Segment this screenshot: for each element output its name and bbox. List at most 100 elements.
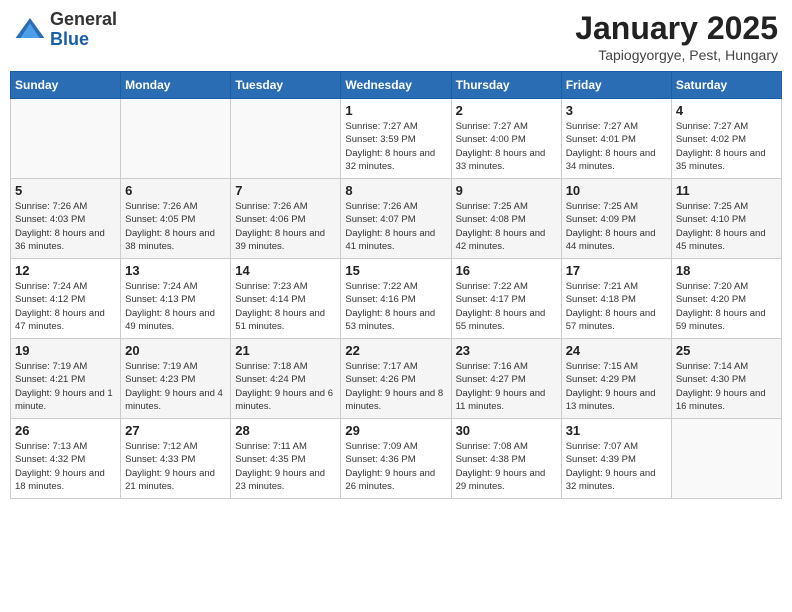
day-cell: 20 Sunrise: 7:19 AM Sunset: 4:23 PM Dayli… xyxy=(121,339,231,419)
day-cell: 30Sunrise: 7:08 AM Sunset: 4:38 PM Dayli… xyxy=(451,419,561,499)
day-info: Sunrise: 7:14 AM Sunset: 4:30 PM Dayligh… xyxy=(676,360,777,413)
header-cell-tuesday: Tuesday xyxy=(231,72,341,99)
week-row-3: 12 Sunrise: 7:24 AM Sunset: 4:12 PM Dayli… xyxy=(11,259,782,339)
day-info: Sunrise: 7:25 AM Sunset: 4:08 PM Dayligh… xyxy=(456,200,557,253)
day-info: Sunrise: 7:27 AM Sunset: 4:00 PM Dayligh… xyxy=(456,120,557,173)
day-cell: 7Sunrise: 7:26 AM Sunset: 4:06 PM Daylig… xyxy=(231,179,341,259)
calendar-header: SundayMondayTuesdayWednesdayThursdayFrid… xyxy=(11,72,782,99)
day-cell: 2 Sunrise: 7:27 AM Sunset: 4:00 PM Daylig… xyxy=(451,99,561,179)
day-info: Sunrise: 7:18 AM Sunset: 4:24 PM Dayligh… xyxy=(235,360,336,413)
day-number: 22 xyxy=(345,343,446,358)
day-info: Sunrise: 7:24 AM Sunset: 4:13 PM Dayligh… xyxy=(125,280,226,333)
logo-blue: Blue xyxy=(50,30,117,50)
day-cell: 31Sunrise: 7:07 AM Sunset: 4:39 PM Dayli… xyxy=(561,419,671,499)
day-info: Sunrise: 7:20 AM Sunset: 4:20 PM Dayligh… xyxy=(676,280,777,333)
day-number: 10 xyxy=(566,183,667,198)
day-info: Sunrise: 7:16 AM Sunset: 4:27 PM Dayligh… xyxy=(456,360,557,413)
day-number: 28 xyxy=(235,423,336,438)
day-cell: 23 Sunrise: 7:16 AM Sunset: 4:27 PM Dayli… xyxy=(451,339,561,419)
day-number: 17 xyxy=(566,263,667,278)
logo-text: General Blue xyxy=(50,10,117,50)
day-cell: 15Sunrise: 7:22 AM Sunset: 4:16 PM Dayli… xyxy=(341,259,451,339)
day-number: 27 xyxy=(125,423,226,438)
day-number: 29 xyxy=(345,423,446,438)
day-number: 7 xyxy=(235,183,336,198)
day-number: 9 xyxy=(456,183,557,198)
day-cell: 11Sunrise: 7:25 AM Sunset: 4:10 PM Dayli… xyxy=(671,179,781,259)
day-number: 24 xyxy=(566,343,667,358)
day-number: 23 xyxy=(456,343,557,358)
logo-icon xyxy=(14,14,46,46)
week-row-2: 5Sunrise: 7:26 AM Sunset: 4:03 PM Daylig… xyxy=(11,179,782,259)
day-info: Sunrise: 7:22 AM Sunset: 4:17 PM Dayligh… xyxy=(456,280,557,333)
day-cell: 18 Sunrise: 7:20 AM Sunset: 4:20 PM Dayli… xyxy=(671,259,781,339)
day-info: Sunrise: 7:11 AM Sunset: 4:35 PM Dayligh… xyxy=(235,440,336,493)
day-number: 20 xyxy=(125,343,226,358)
day-info: Sunrise: 7:26 AM Sunset: 4:07 PM Dayligh… xyxy=(345,200,446,253)
day-info: Sunrise: 7:23 AM Sunset: 4:14 PM Dayligh… xyxy=(235,280,336,333)
day-number: 4 xyxy=(676,103,777,118)
day-cell: 29Sunrise: 7:09 AM Sunset: 4:36 PM Dayli… xyxy=(341,419,451,499)
day-info: Sunrise: 7:27 AM Sunset: 4:01 PM Dayligh… xyxy=(566,120,667,173)
day-info: Sunrise: 7:27 AM Sunset: 4:02 PM Dayligh… xyxy=(676,120,777,173)
day-info: Sunrise: 7:13 AM Sunset: 4:32 PM Dayligh… xyxy=(15,440,116,493)
day-number: 2 xyxy=(456,103,557,118)
day-cell: 1 Sunrise: 7:27 AM Sunset: 3:59 PM Daylig… xyxy=(341,99,451,179)
day-cell: 19 Sunrise: 7:19 AM Sunset: 4:21 PM Dayli… xyxy=(11,339,121,419)
day-cell xyxy=(121,99,231,179)
day-cell: 9 Sunrise: 7:25 AM Sunset: 4:08 PM Daylig… xyxy=(451,179,561,259)
header-cell-wednesday: Wednesday xyxy=(341,72,451,99)
day-number: 8 xyxy=(345,183,446,198)
day-info: Sunrise: 7:25 AM Sunset: 4:09 PM Dayligh… xyxy=(566,200,667,253)
day-cell: 6 Sunrise: 7:26 AM Sunset: 4:05 PM Daylig… xyxy=(121,179,231,259)
day-info: Sunrise: 7:24 AM Sunset: 4:12 PM Dayligh… xyxy=(15,280,116,333)
day-number: 25 xyxy=(676,343,777,358)
logo: General Blue xyxy=(14,10,117,50)
day-cell: 10 Sunrise: 7:25 AM Sunset: 4:09 PM Dayli… xyxy=(561,179,671,259)
day-cell: 28 Sunrise: 7:11 AM Sunset: 4:35 PM Dayli… xyxy=(231,419,341,499)
page-header: General Blue January 2025 Tapiogyorgye, … xyxy=(10,10,782,63)
header-cell-friday: Friday xyxy=(561,72,671,99)
week-row-1: 1 Sunrise: 7:27 AM Sunset: 3:59 PM Daylig… xyxy=(11,99,782,179)
day-cell: 16Sunrise: 7:22 AM Sunset: 4:17 PM Dayli… xyxy=(451,259,561,339)
week-row-5: 26 Sunrise: 7:13 AM Sunset: 4:32 PM Dayli… xyxy=(11,419,782,499)
day-number: 3 xyxy=(566,103,667,118)
calendar-title: January 2025 xyxy=(575,10,778,47)
day-cell xyxy=(671,419,781,499)
calendar-body: 1 Sunrise: 7:27 AM Sunset: 3:59 PM Daylig… xyxy=(11,99,782,499)
day-cell: 14Sunrise: 7:23 AM Sunset: 4:14 PM Dayli… xyxy=(231,259,341,339)
day-number: 1 xyxy=(345,103,446,118)
day-cell: 3 Sunrise: 7:27 AM Sunset: 4:01 PM Daylig… xyxy=(561,99,671,179)
day-number: 19 xyxy=(15,343,116,358)
day-cell xyxy=(231,99,341,179)
calendar-subtitle: Tapiogyorgye, Pest, Hungary xyxy=(575,47,778,63)
day-cell: 24Sunrise: 7:15 AM Sunset: 4:29 PM Dayli… xyxy=(561,339,671,419)
day-cell: 5Sunrise: 7:26 AM Sunset: 4:03 PM Daylig… xyxy=(11,179,121,259)
day-info: Sunrise: 7:21 AM Sunset: 4:18 PM Dayligh… xyxy=(566,280,667,333)
header-cell-thursday: Thursday xyxy=(451,72,561,99)
day-number: 12 xyxy=(15,263,116,278)
day-info: Sunrise: 7:19 AM Sunset: 4:23 PM Dayligh… xyxy=(125,360,226,413)
day-cell: 4 Sunrise: 7:27 AM Sunset: 4:02 PM Daylig… xyxy=(671,99,781,179)
logo-general: General xyxy=(50,10,117,30)
header-cell-sunday: Sunday xyxy=(11,72,121,99)
day-cell: 21Sunrise: 7:18 AM Sunset: 4:24 PM Dayli… xyxy=(231,339,341,419)
day-info: Sunrise: 7:26 AM Sunset: 4:05 PM Dayligh… xyxy=(125,200,226,253)
day-number: 26 xyxy=(15,423,116,438)
header-cell-monday: Monday xyxy=(121,72,231,99)
day-info: Sunrise: 7:26 AM Sunset: 4:03 PM Dayligh… xyxy=(15,200,116,253)
day-info: Sunrise: 7:08 AM Sunset: 4:38 PM Dayligh… xyxy=(456,440,557,493)
title-block: January 2025 Tapiogyorgye, Pest, Hungary xyxy=(575,10,778,63)
day-cell: 13Sunrise: 7:24 AM Sunset: 4:13 PM Dayli… xyxy=(121,259,231,339)
day-number: 6 xyxy=(125,183,226,198)
day-info: Sunrise: 7:22 AM Sunset: 4:16 PM Dayligh… xyxy=(345,280,446,333)
day-cell: 26 Sunrise: 7:13 AM Sunset: 4:32 PM Dayli… xyxy=(11,419,121,499)
day-info: Sunrise: 7:19 AM Sunset: 4:21 PM Dayligh… xyxy=(15,360,116,413)
day-number: 18 xyxy=(676,263,777,278)
day-number: 31 xyxy=(566,423,667,438)
day-info: Sunrise: 7:25 AM Sunset: 4:10 PM Dayligh… xyxy=(676,200,777,253)
day-cell xyxy=(11,99,121,179)
day-info: Sunrise: 7:12 AM Sunset: 4:33 PM Dayligh… xyxy=(125,440,226,493)
day-info: Sunrise: 7:27 AM Sunset: 3:59 PM Dayligh… xyxy=(345,120,446,173)
day-info: Sunrise: 7:17 AM Sunset: 4:26 PM Dayligh… xyxy=(345,360,446,413)
